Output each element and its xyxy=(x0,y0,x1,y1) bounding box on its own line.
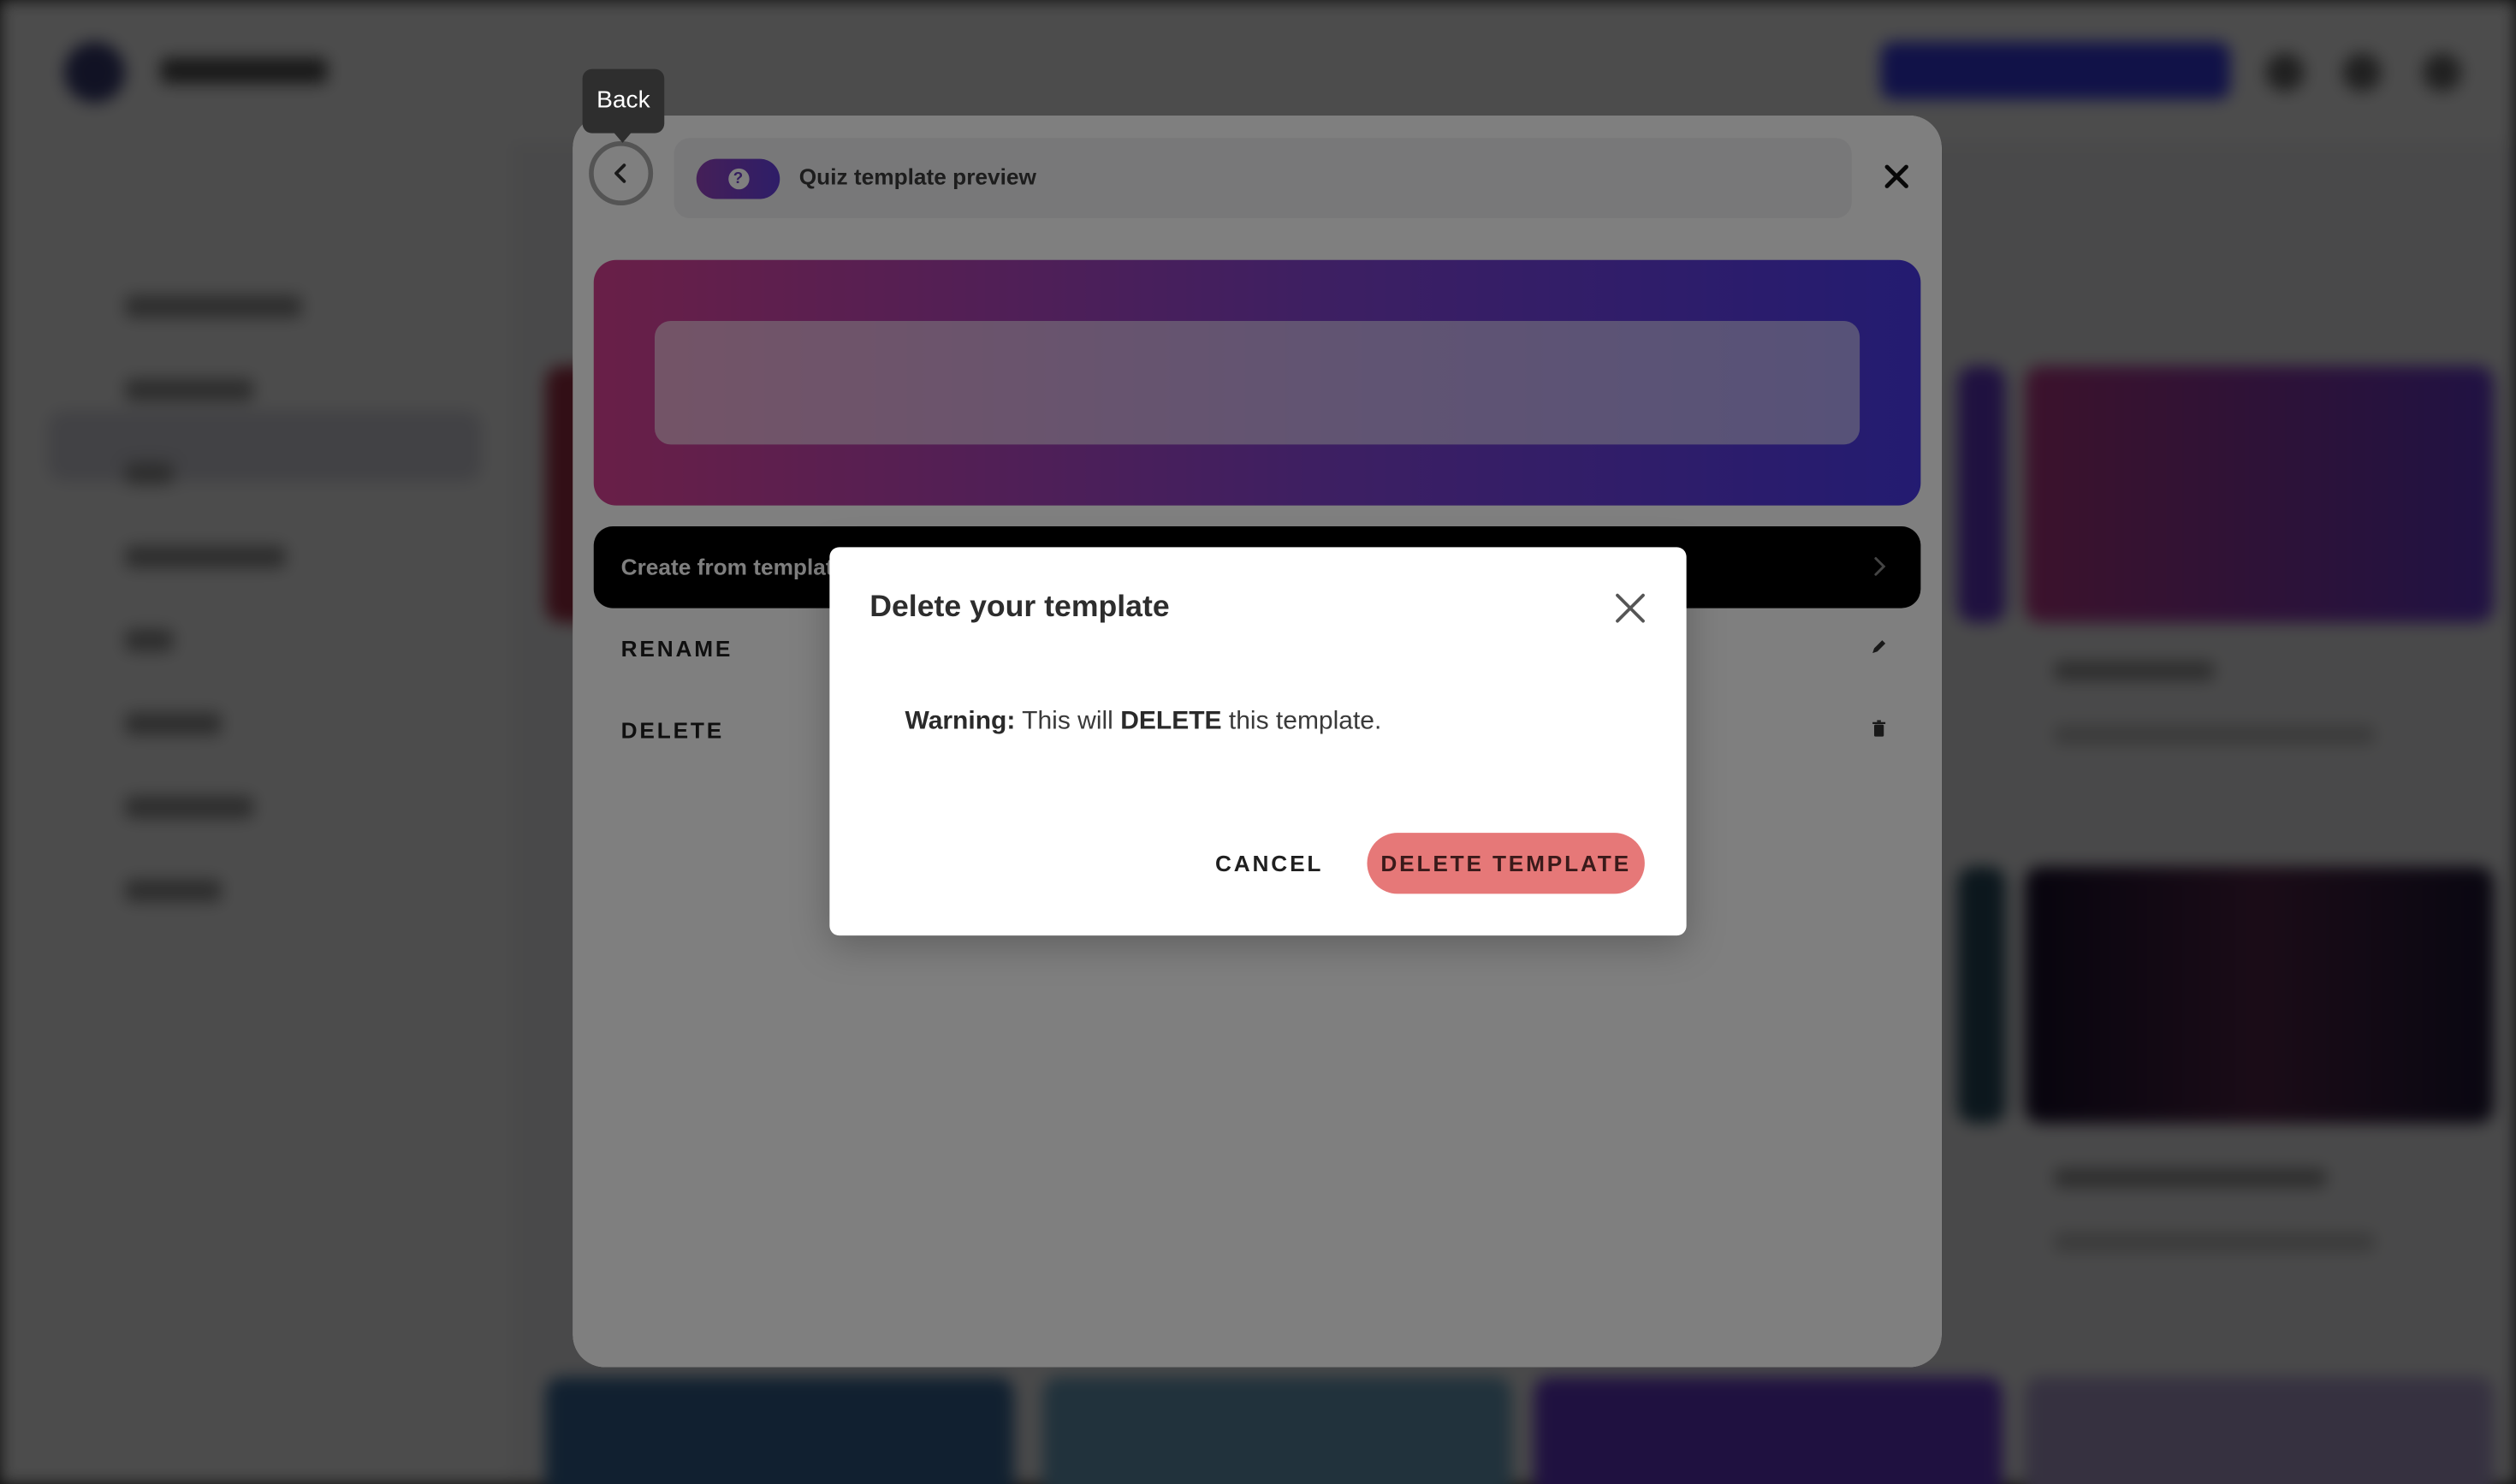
delete-template-button[interactable]: DELETE TEMPLATE xyxy=(1367,833,1645,894)
warning-message: Warning: This will DELETE this template. xyxy=(905,708,1382,737)
warning-emphasis: DELETE xyxy=(1120,707,1222,735)
warning-text-1: This will xyxy=(1022,707,1113,735)
warning-text-2: this template. xyxy=(1228,707,1382,735)
cancel-button[interactable]: CANCEL xyxy=(1199,833,1340,893)
dialog-title: Delete your template xyxy=(869,591,1170,625)
delete-template-dialog: Delete your template Warning: This will … xyxy=(829,547,1687,936)
back-tooltip: Back xyxy=(582,68,665,134)
tooltip-arrow xyxy=(613,131,632,143)
warning-prefix: Warning: xyxy=(905,707,1016,735)
close-icon[interactable] xyxy=(1612,591,1647,626)
